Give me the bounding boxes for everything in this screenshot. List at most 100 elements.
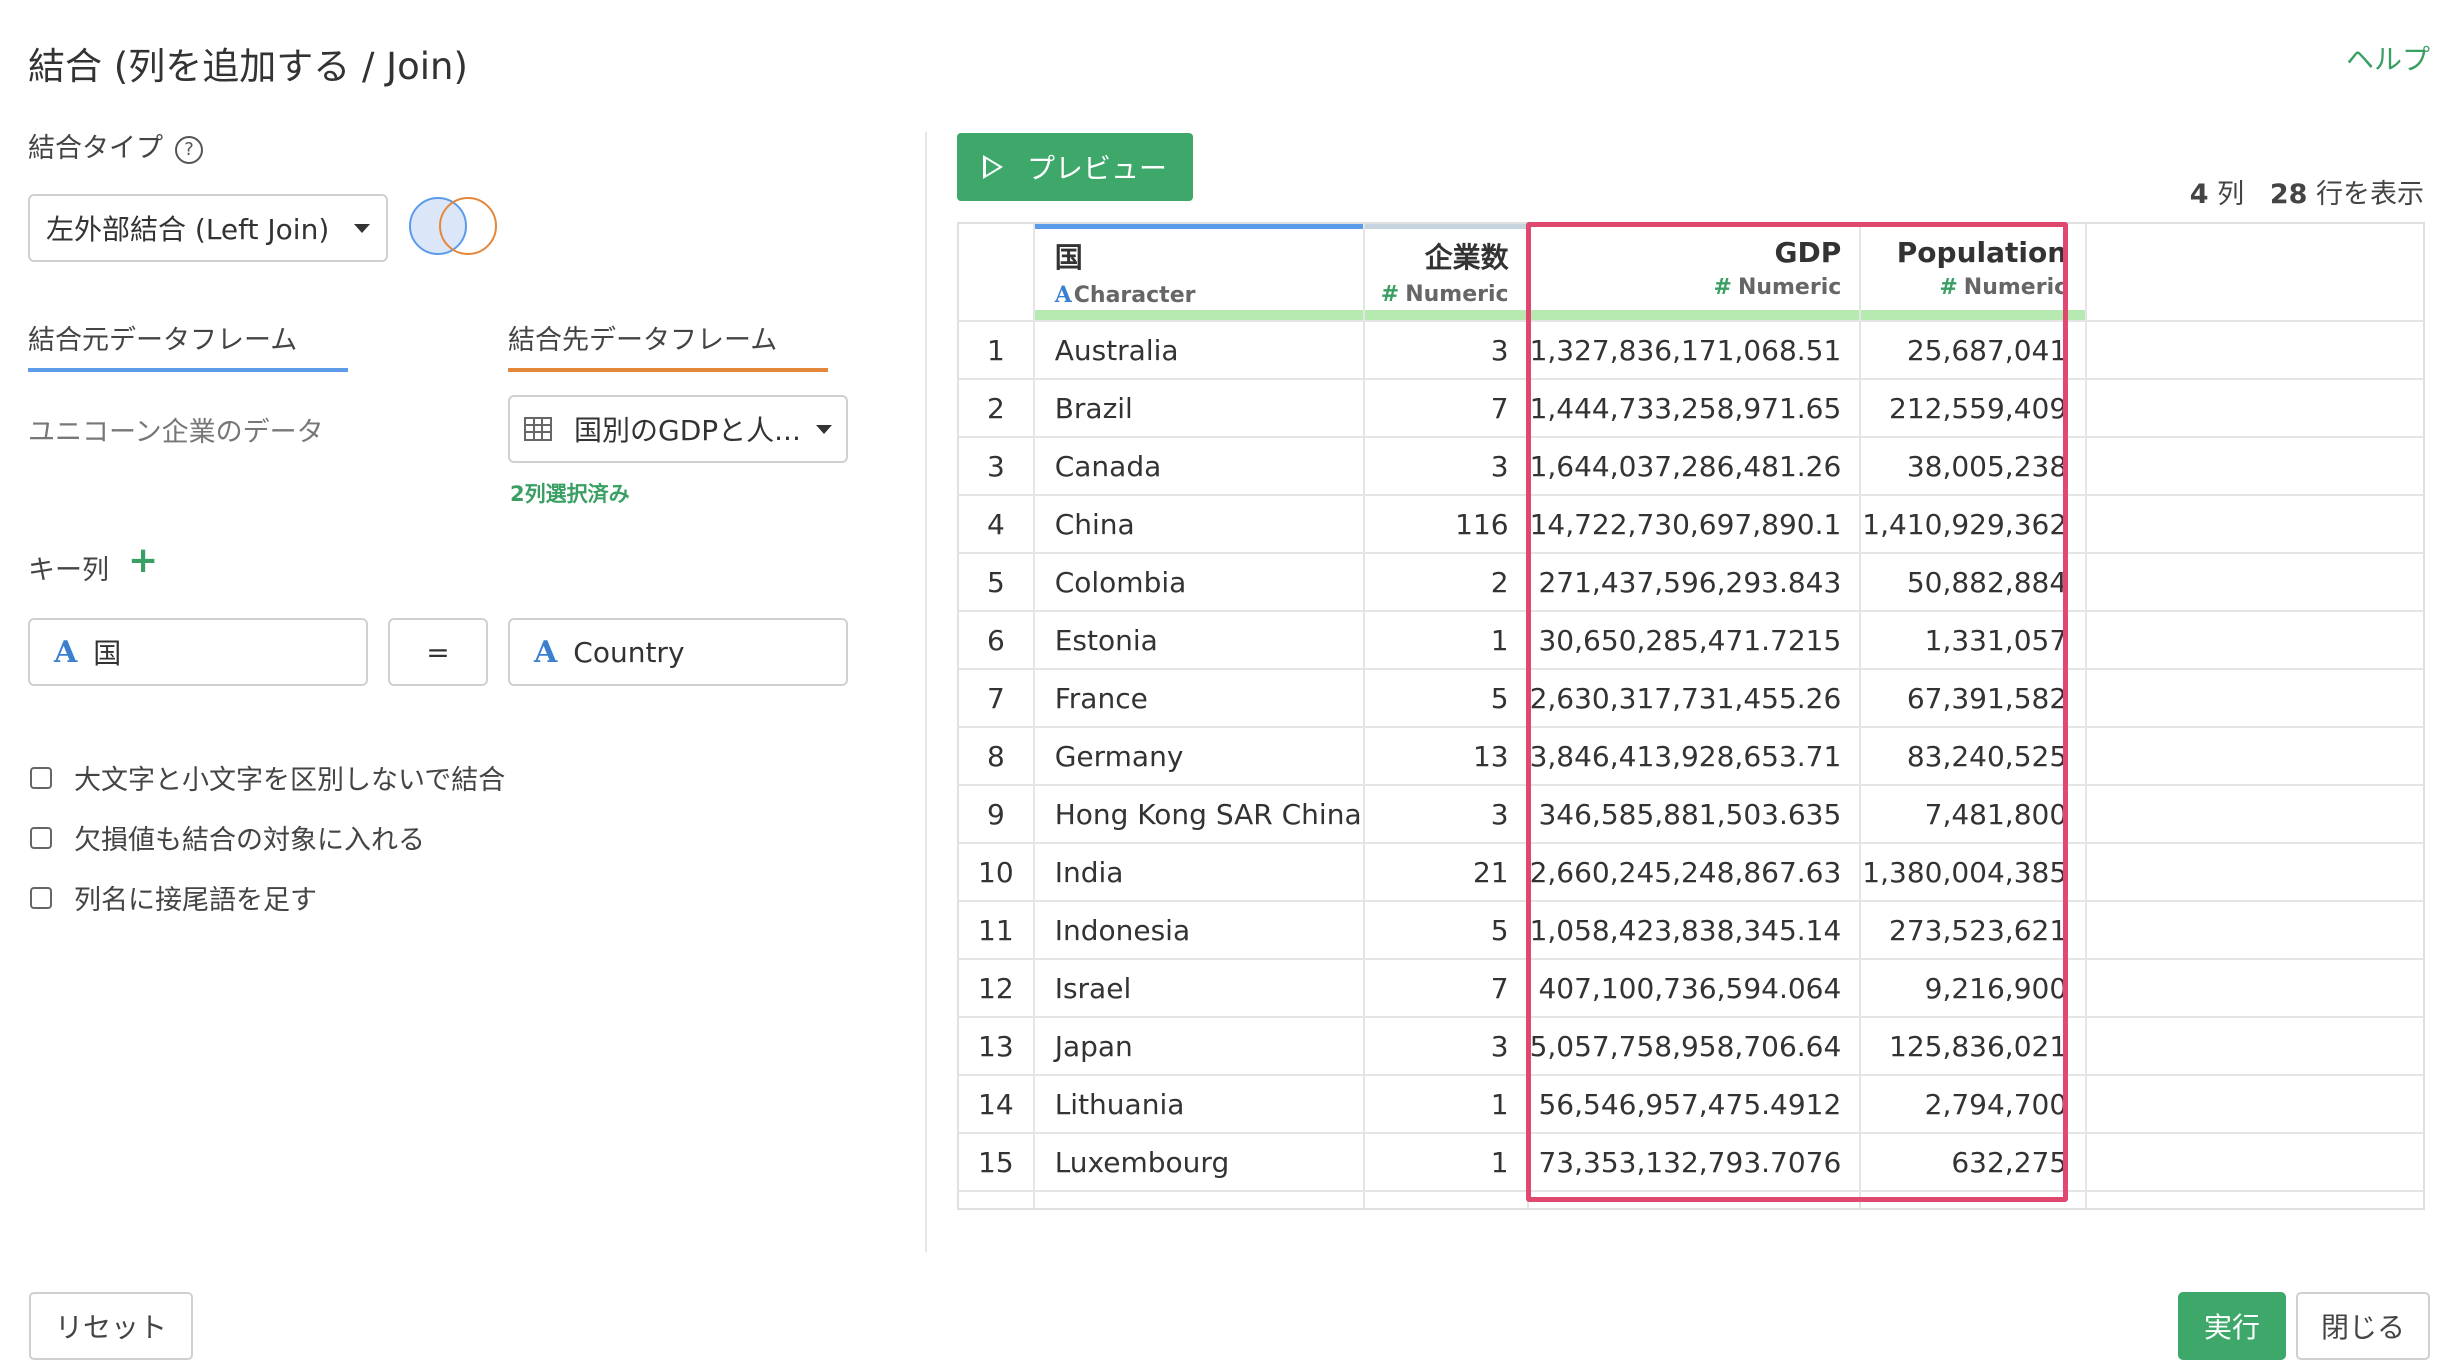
checkbox[interactable] (30, 886, 52, 909)
row-index: 5 (959, 552, 1035, 611)
cell-gdp: 1,644,037,286,481.26 (1527, 436, 1862, 495)
source-dataframe-name: ユニコーン企業のデータ (28, 417, 324, 448)
cell-country: Indonesia (1033, 900, 1365, 959)
empty-cell (2086, 958, 2423, 1017)
cell-population: 1,380,004,385 (1860, 842, 2088, 901)
table-summary: 4 列 28 行を表示 (2190, 172, 2424, 211)
join-type-select[interactable]: 左外部結合 (Left Join) (28, 194, 388, 262)
column-header-gdp[interactable]: GDP # Numeric (1527, 224, 1862, 321)
column-header-country[interactable]: 国 ACharacter (1033, 224, 1365, 321)
cell-gdp: 407,100,736,594.064 (1527, 958, 1862, 1017)
cell-country: Brazil (1033, 378, 1365, 437)
empty-cell (2086, 726, 2423, 785)
row-index: 14 (959, 1074, 1035, 1133)
cell-company-count: 1 (1363, 1132, 1529, 1191)
option-case-insensitive[interactable]: 大文字と小文字を区別しないで結合 (30, 758, 505, 797)
preview-table[interactable]: 国 ACharacter 企業数 # Numeric GDP # Numeric… (957, 222, 2425, 1210)
cell-company-count: 2 (1363, 552, 1529, 611)
data-grid: 国 ACharacter 企業数 # Numeric GDP # Numeric… (959, 224, 2423, 1208)
preview-button[interactable]: プレビュー (957, 133, 1193, 201)
character-type-icon: A (534, 634, 558, 670)
option-include-missing[interactable]: 欠損値も結合の対象に入れる (30, 818, 425, 857)
cell-population: 67,391,582 (1860, 668, 2088, 727)
cell-country: Lithuania (1033, 1074, 1365, 1133)
empty-cell (2086, 900, 2423, 959)
key-operator[interactable]: = (388, 618, 488, 686)
key-left-column-select[interactable]: A 国 (28, 618, 368, 686)
cell-company-count: 1 (1363, 1074, 1529, 1133)
option-label: 大文字と小文字を区別しないで結合 (74, 765, 506, 796)
checkbox[interactable] (30, 766, 52, 789)
table-row: 5 Colombia 2 271,437,596,293.843 50,882,884 (959, 552, 2423, 611)
column-header-company-count[interactable]: 企業数 # Numeric (1363, 224, 1529, 321)
reset-button[interactable]: リセット (29, 1292, 193, 1360)
help-circle-icon[interactable]: ? (175, 136, 203, 164)
target-dataframe-select[interactable]: 国別のGDPと人... (508, 395, 848, 463)
table-row: 6 Estonia 1 30,650,285,471.7215 1,331,057 (959, 610, 2423, 669)
row-index: 3 (959, 436, 1035, 495)
cell-gdp: 2,660,245,248,867.63 (1527, 842, 1862, 901)
empty-cell (2086, 320, 2423, 379)
cell-company-count: 21 (1363, 842, 1529, 901)
cell-population: 212,559,409 (1860, 378, 2088, 437)
key-column-label: キー列 (28, 555, 109, 586)
checkbox[interactable] (30, 826, 52, 849)
option-add-suffix[interactable]: 列名に接尾語を足す (30, 878, 317, 917)
play-icon (982, 155, 1003, 179)
run-button[interactable]: 実行 (2178, 1292, 2286, 1360)
row-index: 2 (959, 378, 1035, 437)
key-right-column-select[interactable]: A Country (508, 618, 848, 686)
cell-gdp: 5,057,758,958,706.64 (1527, 1016, 1862, 1075)
column-quality-bar (1034, 310, 1363, 320)
column-type: Numeric (1963, 275, 2068, 300)
column-name: 企業数 (1424, 241, 1509, 274)
cell-population: 9,216,900 (1860, 958, 2088, 1017)
option-label: 欠損値も結合の対象に入れる (74, 825, 425, 856)
column-type: Numeric (1405, 282, 1509, 307)
empty-cell (2086, 552, 2423, 611)
cell-population: 38,005,238 (1860, 436, 2088, 495)
table-row: 15 Luxembourg 1 73,353,132,793.7076 632,275 (959, 1132, 2423, 1191)
column-quality-bar (1364, 310, 1527, 320)
empty-cell (2086, 1074, 2423, 1133)
cell-country: Luxembourg (1033, 1132, 1365, 1191)
cell-country: Israel (1033, 958, 1365, 1017)
row-index: 1 (959, 320, 1035, 379)
table-row: 3 Canada 3 1,644,037,286,481.26 38,005,238 (959, 436, 2423, 495)
cell-population: 2,794,700 (1860, 1074, 2088, 1133)
key-left-column-value: 国 (93, 637, 122, 670)
cell-company-count: 116 (1363, 494, 1529, 553)
add-key-icon[interactable]: + (128, 540, 158, 581)
cell-company-count: 3 (1363, 320, 1529, 379)
column-quality-bar (1861, 310, 2086, 320)
cell-gdp: 30,650,285,471.7215 (1527, 610, 1862, 669)
row-index: 4 (959, 494, 1035, 553)
table-row: 13 Japan 3 5,057,758,958,706.64 125,836,021 (959, 1016, 2423, 1075)
cell-population: 273,523,621 (1860, 900, 2088, 959)
row-index: 13 (959, 1016, 1035, 1075)
column-name: GDP (1774, 236, 1842, 269)
column-header-population[interactable]: Population # Numeric (1860, 224, 2088, 321)
empty-cell (2086, 842, 2423, 901)
target-dataframe-label: 結合先データフレーム (508, 325, 778, 356)
close-button[interactable]: 閉じる (2296, 1292, 2430, 1360)
cell-company-count: 3 (1363, 784, 1529, 843)
cell-company-count: 7 (1363, 378, 1529, 437)
chevron-down-icon (816, 424, 832, 434)
cell-country: Germany (1033, 726, 1365, 785)
empty-cell (2086, 436, 2423, 495)
row-unit: 行を表示 (2316, 179, 2424, 210)
cell-company-count: 7 (1363, 958, 1529, 1017)
table-row: 8 Germany 13 3,846,413,928,653.71 83,240,525 (959, 726, 2423, 785)
cell-country: Colombia (1033, 552, 1365, 611)
cell-population: 50,882,884 (1860, 552, 2088, 611)
help-link[interactable]: ヘルプ (2346, 38, 2430, 78)
numeric-type-icon: # (1380, 282, 1400, 307)
key-right-column-value: Country (573, 635, 685, 669)
table-row: 10 India 21 2,660,245,248,867.63 1,380,004,3… (959, 842, 2423, 901)
column-type: Numeric (1737, 275, 1842, 300)
cell-country: Hong Kong SAR China (1033, 784, 1365, 843)
table-row: 2 Brazil 7 1,444,733,258,971.65 212,559,409 (959, 378, 2423, 437)
empty-cell (2086, 494, 2423, 553)
empty-cell (2086, 610, 2423, 669)
